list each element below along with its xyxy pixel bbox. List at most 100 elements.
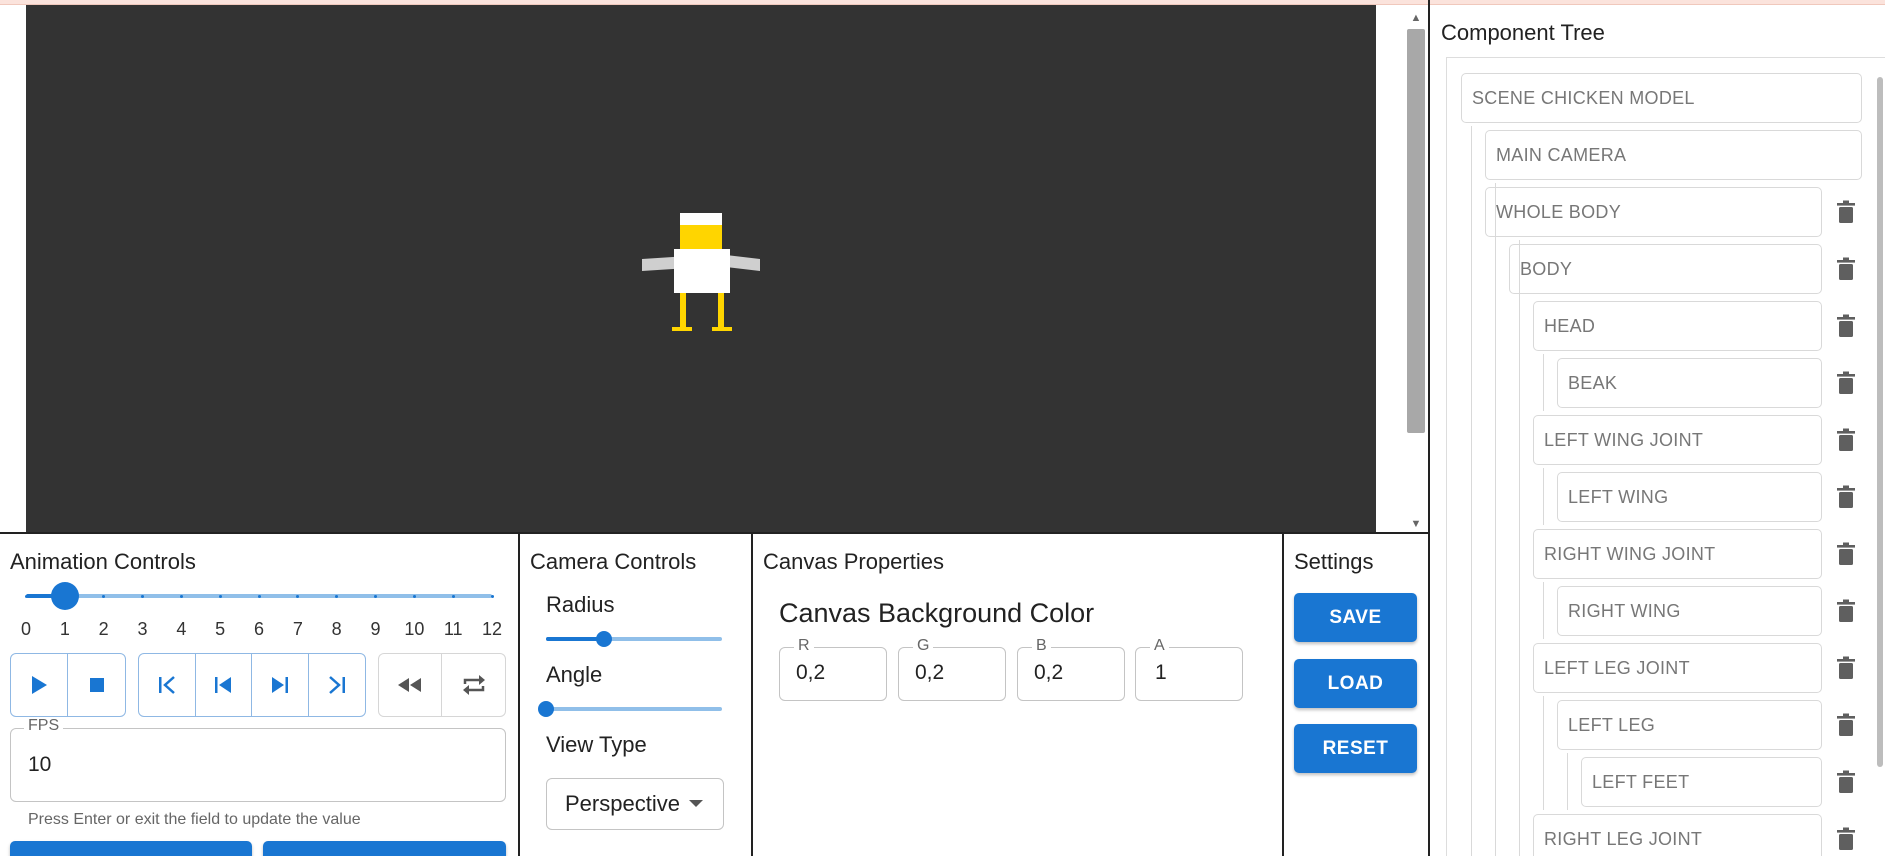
canvas-bg-heading: Canvas Background Color — [779, 598, 1095, 628]
angle-slider[interactable] — [538, 698, 722, 720]
tree-node[interactable]: RIGHT WING — [1557, 586, 1822, 636]
fast-rewind-icon — [398, 678, 421, 692]
tree-indent-guide — [1543, 468, 1544, 525]
right-foot — [712, 327, 732, 331]
scene-viewport[interactable] — [26, 5, 1376, 533]
frame-tick-mark — [412, 594, 416, 598]
stop-button[interactable] — [68, 654, 125, 716]
frame-tick-label: 6 — [253, 619, 264, 639]
tree-scrollbar-thumb[interactable] — [1877, 77, 1883, 767]
trash-icon[interactable] — [1834, 199, 1858, 225]
channel-g-input[interactable]: 0,2 — [915, 661, 944, 685]
tree-node[interactable]: WHOLE BODY — [1485, 187, 1822, 237]
load-button[interactable]: LOAD — [1294, 659, 1417, 708]
anim-action-button-1[interactable] — [10, 841, 252, 856]
trash-icon[interactable] — [1834, 598, 1858, 624]
channel-a-input[interactable]: 1 — [1155, 661, 1167, 685]
viewport-scrollbar[interactable]: ▲ ▼ — [1403, 5, 1429, 533]
trash-icon[interactable] — [1834, 427, 1858, 453]
divider-canvas-settings — [1282, 534, 1284, 856]
tree-indent-guide — [1567, 753, 1568, 810]
app-root: ▲ ▼ Animation Controls 0 1 2 3 4 5 6 7 8 9 10 11 12 — [0, 0, 1885, 856]
tree-node[interactable]: BEAK — [1557, 358, 1822, 408]
tree-node[interactable]: LEFT FEET — [1581, 757, 1822, 807]
frame-tick-mark — [218, 594, 222, 598]
channel-g-label: G — [913, 637, 934, 655]
frame-tick-mark — [490, 594, 494, 598]
radius-slider[interactable] — [546, 628, 722, 650]
fps-label: FPS — [24, 717, 64, 735]
tree-node[interactable]: HEAD — [1533, 301, 1822, 351]
trash-icon[interactable] — [1834, 256, 1858, 282]
fps-field[interactable] — [10, 728, 506, 802]
reset-button[interactable]: RESET — [1294, 724, 1417, 773]
head-top — [680, 213, 722, 225]
angle-label: Angle — [546, 662, 603, 687]
frame-nav-group — [138, 653, 366, 717]
frame-tick-mark — [141, 594, 144, 598]
tree-node[interactable]: LEFT LEG JOINT — [1533, 643, 1822, 693]
tree-indent-guide — [1519, 240, 1520, 856]
save-button[interactable]: SAVE — [1294, 593, 1417, 642]
first-frame-button[interactable] — [139, 654, 196, 716]
tree-node[interactable]: BODY — [1509, 244, 1822, 294]
scroll-down-icon[interactable]: ▼ — [1403, 515, 1429, 533]
tree-node[interactable]: RIGHT LEG JOINT — [1533, 814, 1822, 856]
skip-to-start-icon — [158, 676, 175, 694]
tree-node[interactable]: LEFT WING JOINT — [1533, 415, 1822, 465]
last-frame-button[interactable] — [309, 654, 366, 716]
radius-slider-thumb[interactable] — [596, 631, 613, 647]
scrollbar-thumb[interactable] — [1407, 29, 1425, 433]
tree-node[interactable]: LEFT LEG — [1557, 700, 1822, 750]
frame-tick-label: 4 — [176, 619, 187, 639]
angle-slider-thumb[interactable] — [538, 701, 554, 717]
body — [674, 249, 730, 293]
angle-slider-track — [546, 707, 722, 711]
trash-icon[interactable] — [1834, 826, 1858, 852]
trash-icon[interactable] — [1834, 769, 1858, 795]
skip-to-end-icon — [328, 676, 345, 694]
trash-icon[interactable] — [1834, 655, 1858, 681]
previous-frame-button[interactable] — [196, 654, 252, 716]
anim-action-button-2[interactable] — [263, 841, 506, 856]
chevron-down-icon — [689, 800, 703, 807]
trash-icon[interactable] — [1834, 541, 1858, 567]
canvas-panel-title: Canvas Properties — [763, 549, 944, 574]
frame-tick-mark — [374, 594, 377, 598]
tree-node[interactable]: MAIN CAMERA — [1485, 130, 1862, 180]
channel-r-input[interactable]: 0,2 — [796, 661, 825, 685]
trash-icon[interactable] — [1834, 370, 1858, 396]
frame-slider-thumb[interactable] — [50, 582, 79, 610]
frame-tick-label: 8 — [331, 619, 342, 639]
frame-slider[interactable] — [24, 580, 494, 612]
component-tree[interactable]: SCENE CHICKEN MODEL MAIN CAMERA WHOLE BODY… — [1446, 57, 1885, 856]
frame-tick-mark — [296, 594, 300, 598]
fps-input[interactable]: 10 — [28, 753, 51, 777]
loop-button[interactable] — [442, 654, 505, 716]
tree-panel-title: Component Tree — [1441, 20, 1605, 45]
play-button[interactable] — [11, 654, 69, 716]
repeat-icon — [462, 675, 485, 695]
trash-icon[interactable] — [1834, 484, 1858, 510]
trash-icon[interactable] — [1834, 313, 1858, 339]
channel-a-field[interactable] — [1135, 647, 1243, 701]
tree-node[interactable]: LEFT WING — [1557, 472, 1822, 522]
trash-icon[interactable] — [1834, 712, 1858, 738]
frame-tick-labels: 0 1 2 3 4 5 6 7 8 9 10 11 12 — [21, 619, 502, 643]
frame-tick-label: 0 — [20, 619, 31, 639]
tree-scrollbar[interactable] — [1875, 57, 1885, 856]
chicken-model — [642, 213, 760, 331]
reverse-button[interactable] — [379, 654, 443, 716]
frame-tick-mark — [179, 594, 183, 598]
playmode-group — [378, 653, 506, 717]
tree-node[interactable]: RIGHT WING JOINT — [1533, 529, 1822, 579]
next-frame-button[interactable] — [252, 654, 309, 716]
settings-panel-title: Settings — [1294, 549, 1374, 574]
scroll-up-icon[interactable]: ▲ — [1403, 9, 1429, 27]
camera-panel-title: Camera Controls — [530, 549, 697, 574]
frame-tick-mark — [24, 594, 28, 598]
channel-b-input[interactable]: 0,2 — [1034, 661, 1063, 685]
channel-r-label: R — [794, 637, 814, 655]
divider-camera-canvas — [751, 534, 753, 856]
tree-node[interactable]: SCENE CHICKEN MODEL — [1461, 73, 1862, 123]
